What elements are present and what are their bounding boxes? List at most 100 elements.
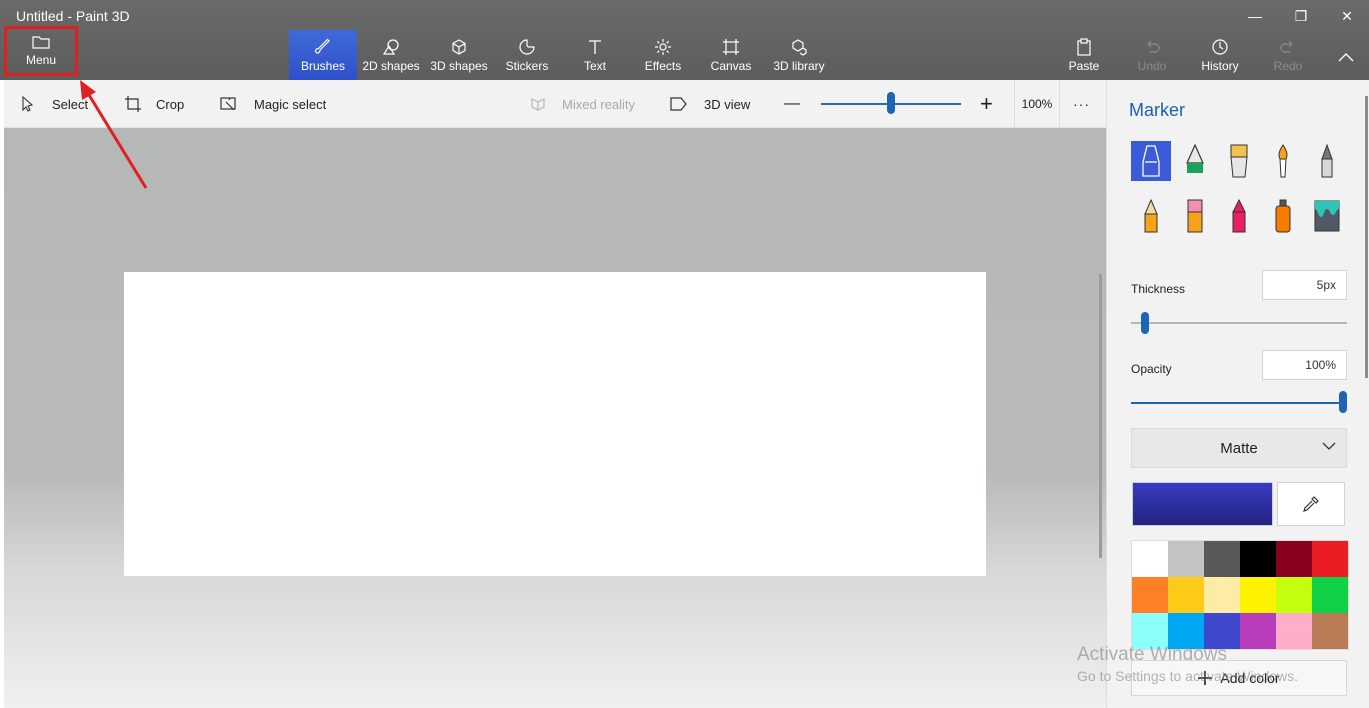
menu-label: Menu xyxy=(25,53,57,67)
tab-canvas[interactable]: Canvas xyxy=(706,30,756,80)
undo-label: Undo xyxy=(1137,59,1167,73)
color-swatch[interactable] xyxy=(1240,541,1276,577)
menu-button[interactable]: Menu xyxy=(4,26,78,76)
close-button[interactable]: ✕ xyxy=(1324,4,1369,28)
current-color[interactable] xyxy=(1132,482,1273,526)
opacity-input[interactable]: 100% xyxy=(1262,350,1347,380)
tab-label: 2D shapes xyxy=(362,59,420,73)
thickness-slider-thumb[interactable] xyxy=(1141,312,1150,334)
pixel-pen-brush[interactable] xyxy=(1307,141,1347,181)
watercolor-brush[interactable] xyxy=(1263,141,1303,181)
activation-watermark-text: Go to Settings to activate Windows. xyxy=(1077,668,1298,684)
thickness-label: Thickness xyxy=(1131,282,1186,296)
panel-scrollbar[interactable] xyxy=(1365,96,1368,378)
opacity-slider-thumb[interactable] xyxy=(1339,391,1347,413)
history-icon xyxy=(1212,39,1228,55)
tab-brushes[interactable]: Brushes xyxy=(289,30,357,80)
finish-dropdown[interactable]: Matte xyxy=(1131,428,1347,468)
mixed-reality-button[interactable]: Mixed reality xyxy=(530,80,635,128)
oil-brush[interactable] xyxy=(1219,141,1259,181)
thickness-input[interactable]: 5px xyxy=(1262,270,1347,300)
tab-text[interactable]: Text xyxy=(572,30,618,80)
redo-button[interactable]: Redo xyxy=(1268,30,1308,80)
text-icon xyxy=(589,40,601,54)
annotation-arrow xyxy=(80,80,148,189)
paste-label: Paste xyxy=(1068,59,1100,73)
3d-view-label: 3D view xyxy=(704,96,751,112)
color-swatch[interactable] xyxy=(1240,613,1276,649)
marker-icon xyxy=(1142,145,1160,177)
zoom-level[interactable]: 100% xyxy=(1014,80,1060,128)
eyedropper-button[interactable] xyxy=(1277,482,1345,526)
mixed-reality-label: Mixed reality xyxy=(562,96,635,112)
undo-button[interactable]: Undo xyxy=(1132,30,1172,80)
magic-select-button[interactable]: Magic select xyxy=(220,80,326,128)
chevron-down-icon xyxy=(1322,442,1336,450)
pencil-brush[interactable] xyxy=(1131,196,1171,236)
watercolor-icon xyxy=(1278,144,1288,178)
zoom-slider-thumb[interactable] xyxy=(887,92,895,114)
crop-label: Crop xyxy=(156,96,185,112)
minimize-button[interactable]: — xyxy=(1232,4,1278,28)
title-bar: Untitled - Paint 3D — ❐ ✕ Menu Brushes 2… xyxy=(0,0,1369,80)
color-swatch[interactable] xyxy=(1132,541,1168,577)
color-swatch[interactable] xyxy=(1276,613,1312,649)
magic-select-icon xyxy=(220,97,236,111)
history-label: History xyxy=(1201,59,1239,73)
tab-label: Effects xyxy=(644,59,682,73)
calligraphy-pen-brush[interactable] xyxy=(1175,141,1215,181)
activation-watermark-title: Activate Windows xyxy=(1077,644,1227,665)
drawing-canvas[interactable] xyxy=(124,272,986,576)
sun-icon xyxy=(655,39,671,55)
tab-stickers[interactable]: Stickers xyxy=(499,30,555,80)
tab-3d-shapes[interactable]: 3D shapes xyxy=(428,30,490,80)
collapse-ribbon-button[interactable] xyxy=(1326,42,1366,72)
history-button[interactable]: History xyxy=(1196,30,1244,80)
color-swatch[interactable] xyxy=(1204,577,1240,613)
thickness-slider-track[interactable] xyxy=(1131,322,1347,324)
chevron-up-icon xyxy=(1338,53,1354,62)
tab-label: Stickers xyxy=(505,59,549,73)
cube-icon xyxy=(452,39,466,55)
color-swatch[interactable] xyxy=(1276,541,1312,577)
color-swatch[interactable] xyxy=(1312,541,1348,577)
eraser-brush[interactable] xyxy=(1175,196,1215,236)
more-options-button[interactable]: ··· xyxy=(1073,80,1090,128)
color-swatch[interactable] xyxy=(1240,577,1276,613)
brush-panel: Marker Thickness 5px Opacity 100% Matte xyxy=(1106,80,1369,708)
color-swatch[interactable] xyxy=(1132,577,1168,613)
panel-title: Marker xyxy=(1129,100,1186,120)
tab-label: 3D library xyxy=(773,59,825,73)
color-swatch[interactable] xyxy=(1312,613,1348,649)
paste-button[interactable]: Paste xyxy=(1064,30,1104,80)
color-palette xyxy=(1131,540,1349,650)
marker-brush[interactable] xyxy=(1131,141,1171,181)
fill-brush[interactable] xyxy=(1307,196,1347,236)
fill-bucket-icon xyxy=(1314,200,1340,232)
zoom-out-button[interactable]: — xyxy=(784,80,800,128)
opacity-label: Opacity xyxy=(1131,362,1172,376)
color-swatch[interactable] xyxy=(1276,577,1312,613)
restore-button[interactable]: ❐ xyxy=(1278,4,1324,28)
3d-library-icon xyxy=(792,39,807,56)
color-swatch[interactable] xyxy=(1168,577,1204,613)
crayon-brush[interactable] xyxy=(1219,196,1259,236)
color-swatch[interactable] xyxy=(1204,541,1240,577)
spray-can-brush[interactable] xyxy=(1263,196,1303,236)
workspace[interactable] xyxy=(4,128,1106,708)
opacity-slider-track[interactable] xyxy=(1131,402,1347,404)
3d-view-icon xyxy=(670,97,687,111)
tab-2d-shapes[interactable]: 2D shapes xyxy=(359,30,423,80)
mixed-reality-icon xyxy=(531,98,545,111)
color-swatch[interactable] xyxy=(1312,577,1348,613)
2d-shapes-icon xyxy=(382,39,399,55)
workspace-scrollbar[interactable] xyxy=(1099,274,1102,558)
color-swatch[interactable] xyxy=(1168,541,1204,577)
crayon-icon xyxy=(1232,198,1246,233)
3d-view-button[interactable]: 3D view xyxy=(670,80,750,128)
tab-label: Text xyxy=(583,59,606,73)
tab-3d-library[interactable]: 3D library xyxy=(770,30,828,80)
finish-value: Matte xyxy=(1220,439,1258,457)
zoom-in-button[interactable]: + xyxy=(980,80,993,128)
tab-effects[interactable]: Effects xyxy=(638,30,688,80)
